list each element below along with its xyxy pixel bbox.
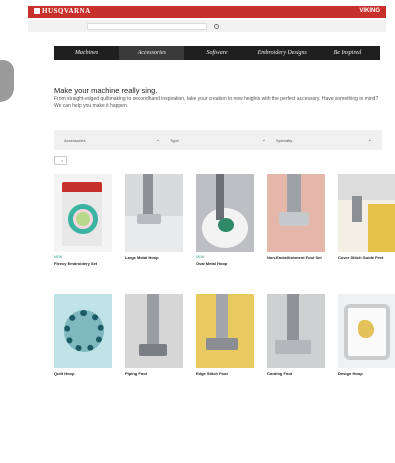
main-navigation: Machines Accessories Software Embroidery…	[54, 46, 380, 60]
product-image[interactable]	[125, 174, 183, 252]
product-image-part	[76, 212, 90, 226]
product-image[interactable]	[196, 294, 254, 368]
search-icon[interactable]	[214, 23, 219, 29]
product-name[interactable]: Cording Foot	[267, 371, 325, 376]
product-card[interactable]: Piping Foot	[125, 294, 183, 378]
filter-bar: Accessories ⌄ Type ⌄ Specialty ⌄	[54, 130, 382, 150]
brand-logo[interactable]: HUSQVARNA	[34, 7, 91, 15]
utility-bar	[28, 20, 386, 32]
product-card[interactable]: Cover Stitch Guide Feet	[338, 174, 395, 268]
product-image-part	[275, 340, 311, 354]
page: HUSQVARNA VIKING Machines Accessories So…	[20, 0, 395, 463]
product-card[interactable]: Design Hoop	[338, 294, 395, 378]
product-name[interactable]: Non-Embellishment Foot Set	[267, 255, 325, 260]
product-name[interactable]: Fleecy Embroidery Set	[54, 261, 112, 266]
product-name[interactable]: Edge Stitch Foot	[196, 371, 254, 376]
product-card[interactable]: Quilt Hoop	[54, 294, 112, 378]
search-input[interactable]	[87, 22, 207, 30]
product-image-part	[287, 294, 299, 346]
product-image[interactable]	[338, 174, 395, 252]
product-image[interactable]	[125, 294, 183, 368]
product-image-part	[218, 218, 234, 232]
product-grid: NEW Fleecy Embroidery Set Large Metal Hoop…	[54, 174, 395, 378]
product-card[interactable]: Cording Foot	[267, 294, 325, 378]
product-image-part	[368, 204, 395, 252]
product-image-part	[279, 212, 309, 226]
crown-icon	[34, 8, 40, 14]
chevron-down-icon: ⌄	[367, 137, 372, 143]
brand-name: HUSQVARNA	[42, 7, 91, 15]
filter-label: Type	[170, 137, 179, 143]
nav-item-software[interactable]: Software	[184, 46, 249, 60]
product-name[interactable]: Design Hoop	[338, 371, 395, 376]
nav-item-embroidery-designs[interactable]: Embroidery Designs	[250, 46, 315, 60]
product-card[interactable]: Large Metal Hoop	[125, 174, 183, 268]
product-card[interactable]: Edge Stitch Foot	[196, 294, 254, 378]
chevron-down-icon: ⌄	[155, 137, 160, 143]
product-image-part	[139, 344, 167, 356]
filter-specialty[interactable]: Specialty ⌄	[276, 137, 372, 143]
product-image-part	[137, 214, 161, 224]
viking-brand[interactable]: VIKING	[359, 8, 380, 14]
product-image-part	[338, 174, 395, 200]
decorative-grey-shape	[0, 60, 14, 102]
product-name[interactable]: Quilt Hoop	[54, 371, 112, 376]
intro-text: From straight-edged quiltmaking to secon…	[54, 96, 379, 109]
product-name[interactable]: Piping Foot	[125, 371, 183, 376]
product-image-part	[358, 320, 374, 338]
product-image-part	[352, 196, 362, 222]
product-image[interactable]	[54, 294, 112, 368]
product-name[interactable]: Cover Stitch Guide Feet	[338, 255, 395, 260]
product-image-part	[206, 338, 238, 350]
product-name[interactable]: Large Metal Hoop	[125, 255, 183, 260]
product-image-part	[216, 294, 228, 344]
product-badge: NEW	[196, 255, 205, 259]
product-image[interactable]	[54, 174, 112, 252]
top-brand-bar: HUSQVARNA VIKING	[28, 6, 386, 18]
filter-accessories[interactable]: Accessories ⌄	[64, 137, 160, 143]
nav-item-be-inspired[interactable]: Be Inspired	[315, 46, 380, 60]
chevron-down-icon: ⌄	[261, 137, 266, 143]
product-card[interactable]: NEW Oval Metal Hoop	[196, 174, 254, 268]
product-card[interactable]: NEW Fleecy Embroidery Set	[54, 174, 112, 268]
filter-type[interactable]: Type ⌄	[170, 137, 266, 143]
product-image[interactable]	[267, 174, 325, 252]
product-image[interactable]	[196, 174, 254, 252]
page-title: Make your machine really sing.	[54, 86, 158, 95]
filter-label: Accessories	[64, 137, 86, 143]
product-image[interactable]	[267, 294, 325, 368]
product-card[interactable]: Non-Embellishment Foot Set	[267, 174, 325, 268]
active-filters: ×	[54, 156, 68, 165]
nav-item-machines[interactable]: Machines	[54, 46, 119, 60]
nav-item-accessories[interactable]: Accessories	[119, 46, 185, 60]
close-icon[interactable]: ×	[61, 158, 63, 163]
product-image-part	[147, 294, 159, 350]
filter-chip[interactable]: ×	[54, 156, 68, 165]
product-badge: NEW	[54, 255, 63, 259]
product-image-part	[216, 174, 224, 220]
product-image[interactable]	[338, 294, 395, 368]
product-name[interactable]: Oval Metal Hoop	[196, 261, 254, 266]
filter-label: Specialty	[276, 137, 293, 143]
product-image-part	[64, 310, 104, 352]
